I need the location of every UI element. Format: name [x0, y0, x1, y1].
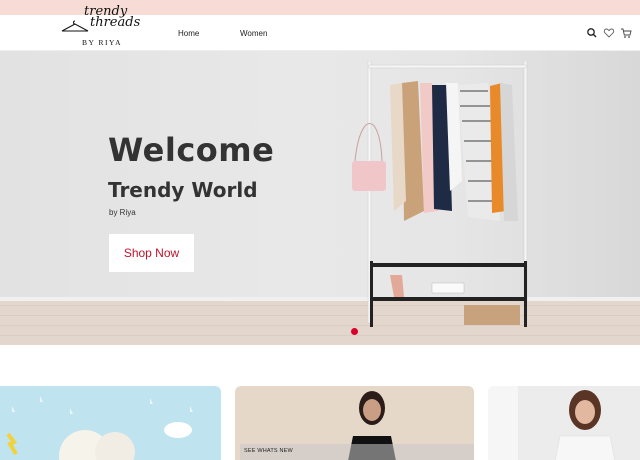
hero-title: Welcome	[108, 131, 275, 169]
promo-image-dress	[488, 386, 616, 460]
nav-women[interactable]: Women	[240, 29, 267, 38]
carousel-dot-active[interactable]	[351, 328, 358, 335]
whats-new-ribbon[interactable]: SEE WHATS NEW	[240, 444, 474, 460]
hero-subtitle: Trendy World	[108, 178, 258, 202]
shop-now-button[interactable]: Shop Now	[109, 234, 194, 272]
brand-logo[interactable]: trendy threads BY RIYA	[60, 5, 152, 51]
cart-icon[interactable]	[620, 27, 632, 39]
logo-line-2: threads	[90, 15, 141, 30]
whats-new-label: SEE WHATS NEW	[244, 448, 293, 454]
hero-banner: Welcome Trendy World by Riya Shop Now	[0, 51, 640, 345]
clothing-rack-image	[352, 61, 528, 327]
promo-image-kids	[6, 396, 193, 460]
nav-home[interactable]: Home	[178, 29, 199, 38]
logo-byline: BY RIYA	[82, 38, 123, 47]
logo-script: trendy threads	[84, 5, 141, 30]
search-icon[interactable]	[586, 27, 598, 39]
heart-icon[interactable]	[603, 27, 615, 39]
promo-card-kids[interactable]	[0, 386, 221, 460]
site-header: trendy threads BY RIYA Home Women	[0, 5, 640, 51]
hero-byline: by Riya	[109, 208, 136, 217]
promo-card-dress[interactable]	[488, 386, 640, 460]
